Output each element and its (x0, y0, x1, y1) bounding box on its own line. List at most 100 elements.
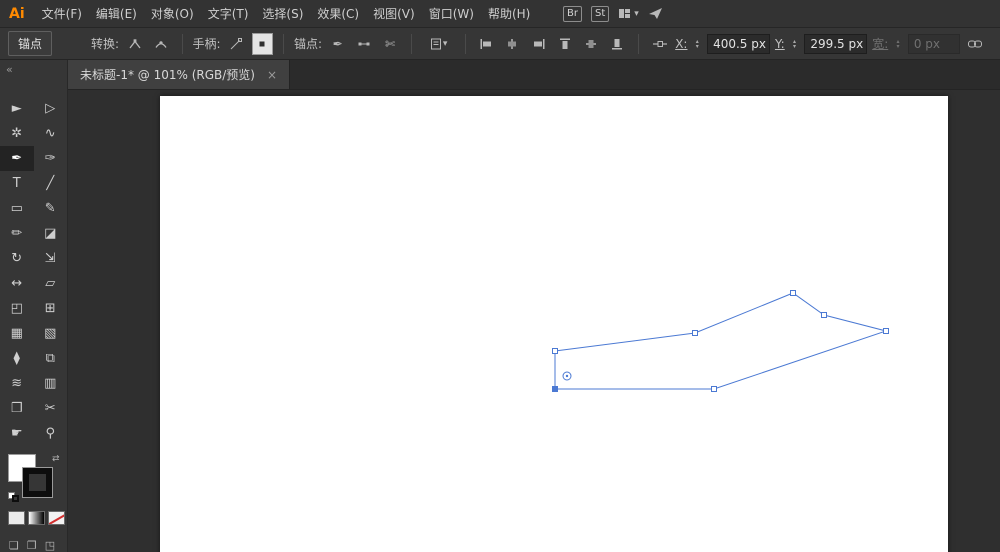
default-fill-stroke-icon[interactable] (8, 492, 20, 502)
stepper-down-icon[interactable]: ▾ (692, 44, 702, 49)
connect-endpoints-icon[interactable] (353, 33, 374, 55)
column-graph-tool[interactable]: ▥ (34, 371, 68, 396)
swap-fill-stroke-icon[interactable]: ⇄ (52, 454, 60, 464)
x-value-field[interactable]: 400.5 px (707, 34, 770, 54)
cut-path-icon[interactable]: ✄ (380, 33, 401, 55)
menu-edit[interactable]: 编辑(E) (89, 0, 144, 27)
separator (283, 34, 284, 54)
separator (182, 34, 183, 54)
x-stepper[interactable]: ▴ ▾ (692, 39, 702, 49)
menu-object[interactable]: 对象(O) (144, 0, 201, 27)
separator (638, 34, 639, 54)
artboard[interactable] (160, 96, 948, 552)
menubar: Ai 文件(F)编辑(E)对象(O)文字(T)选择(S)效果(C)视图(V)窗口… (0, 0, 1000, 28)
align-vertical-center-icon[interactable] (581, 33, 602, 55)
screen-mode-icon[interactable]: ◳ (45, 539, 55, 552)
scale-tool[interactable]: ⇲ (34, 246, 68, 271)
convert-to-corner-icon[interactable] (124, 33, 145, 55)
menu-list: 文件(F)编辑(E)对象(O)文字(T)选择(S)效果(C)视图(V)窗口(W)… (35, 0, 538, 27)
gradient-button[interactable] (28, 511, 45, 525)
menu-type[interactable]: 文字(T) (201, 0, 256, 27)
remove-selected-anchors-icon[interactable]: ✒ (327, 33, 348, 55)
rotate-tool[interactable]: ↻ (0, 246, 34, 271)
reference-point-icon[interactable] (649, 33, 670, 55)
blend-tool[interactable]: ⧉ (34, 346, 68, 371)
show-handles-icon[interactable] (226, 33, 247, 55)
chevron-down-icon: ▾ (443, 38, 448, 49)
bridge-button[interactable]: Br (563, 6, 582, 22)
convert-label: 转换: (91, 35, 119, 52)
tools-panel-header: « (0, 60, 67, 90)
menu-window[interactable]: 窗口(W) (422, 0, 481, 27)
align-vertical-top-icon[interactable] (554, 33, 575, 55)
document-tab-title: 未标题-1* @ 101% (RGB/预览) (80, 66, 255, 83)
hide-handles-icon[interactable] (252, 33, 273, 55)
shape-builder-tool[interactable]: ◰ (0, 296, 34, 321)
convert-to-smooth-icon[interactable] (150, 33, 171, 55)
share-icon[interactable] (648, 7, 663, 20)
paint-style-row (8, 511, 67, 525)
gradient-tool[interactable]: ▧ (34, 321, 68, 346)
none-button[interactable] (48, 511, 65, 525)
control-bar: 锚点 转换: 手柄: 锚点: ✒ ✄ ▾ (0, 28, 1000, 60)
align-horizontal-right-icon[interactable] (528, 33, 549, 55)
eraser-tool[interactable]: ◪ (34, 221, 68, 246)
menu-select[interactable]: 选择(S) (255, 0, 310, 27)
artboard-tool[interactable]: ❒ (0, 396, 34, 421)
menu-view[interactable]: 视图(V) (366, 0, 422, 27)
stepper-down-icon[interactable]: ▾ (790, 44, 800, 49)
eyedropper-tool[interactable]: ⧫ (0, 346, 34, 371)
tab-close-icon[interactable]: × (267, 68, 277, 82)
align-vertical-bottom-icon[interactable] (607, 33, 628, 55)
paintbrush-tool[interactable]: ✎ (34, 196, 68, 221)
y-value-field[interactable]: 299.5 px (804, 34, 867, 54)
tool-grid: ►▷✲∿✒✑T╱▭✎✏◪↻⇲↔▱◰⊞▦▧⧫⧉≋▥❒✂☛⚲ (0, 96, 67, 446)
collapse-panel-icon[interactable]: « (6, 63, 13, 76)
y-label[interactable]: Y: (775, 37, 785, 51)
canvas-area[interactable] (68, 90, 1000, 552)
direct-selection-tool[interactable]: ▷ (34, 96, 68, 121)
content-row: « ►▷✲∿✒✑T╱▭✎✏◪↻⇲↔▱◰⊞▦▧⧫⧉≋▥❒✂☛⚲ ⇄ ❏ ❐ (0, 60, 1000, 552)
separator (411, 34, 412, 54)
width-tool[interactable]: ↔ (0, 271, 34, 296)
line-segment-tool[interactable]: ╱ (34, 171, 68, 196)
type-tool[interactable]: T (0, 171, 34, 196)
color-button[interactable] (8, 511, 25, 525)
align-horizontal-left-icon[interactable] (476, 33, 497, 55)
curvature-tool[interactable]: ✑ (34, 146, 68, 171)
magic-wand-tool[interactable]: ✲ (0, 121, 34, 146)
free-transform-tool[interactable]: ▱ (34, 271, 68, 296)
select-similar-icon[interactable]: ▾ (422, 33, 455, 55)
workspace-switcher[interactable]: ▾ (618, 7, 639, 20)
draw-normal-icon[interactable]: ❏ (9, 539, 19, 552)
illustrator-app: Ai 文件(F)编辑(E)对象(O)文字(T)选择(S)效果(C)视图(V)窗口… (0, 0, 1000, 552)
menu-effect[interactable]: 效果(C) (310, 0, 366, 27)
symbol-sprayer-tool[interactable]: ≋ (0, 371, 34, 396)
tools-panel: « ►▷✲∿✒✑T╱▭✎✏◪↻⇲↔▱◰⊞▦▧⧫⧉≋▥❒✂☛⚲ ⇄ ❏ ❐ (0, 60, 68, 552)
document-tabbar: 未标题-1* @ 101% (RGB/预览) × (68, 60, 1000, 90)
stroke-color-swatch[interactable] (23, 468, 52, 497)
zoom-tool[interactable]: ⚲ (34, 421, 68, 446)
menu-file[interactable]: 文件(F) (35, 0, 89, 27)
mesh-tool[interactable]: ▦ (0, 321, 34, 346)
slice-tool[interactable]: ✂ (34, 396, 68, 421)
pencil-tool[interactable]: ✏ (0, 221, 34, 246)
menu-help[interactable]: 帮助(H) (481, 0, 537, 27)
width-label: 宽: (872, 35, 888, 52)
lasso-tool[interactable]: ∿ (34, 121, 68, 146)
stepper-down-icon: ▾ (893, 44, 903, 49)
stock-button[interactable]: St (591, 6, 609, 22)
document-area: 未标题-1* @ 101% (RGB/预览) × (68, 60, 1000, 552)
document-tab[interactable]: 未标题-1* @ 101% (RGB/预览) × (68, 60, 290, 89)
x-label[interactable]: X: (675, 37, 687, 51)
align-horizontal-center-icon[interactable] (502, 33, 523, 55)
y-stepper[interactable]: ▴ ▾ (790, 39, 800, 49)
pen-tool[interactable]: ✒ (0, 146, 34, 171)
perspective-grid-tool[interactable]: ⊞ (34, 296, 68, 321)
rectangle-tool[interactable]: ▭ (0, 196, 34, 221)
app-logo: Ai (0, 6, 35, 22)
draw-behind-icon[interactable]: ❐ (27, 539, 37, 552)
constrain-proportions-icon[interactable] (965, 33, 986, 55)
hand-tool[interactable]: ☛ (0, 421, 34, 446)
selection-tool[interactable]: ► (0, 96, 34, 121)
